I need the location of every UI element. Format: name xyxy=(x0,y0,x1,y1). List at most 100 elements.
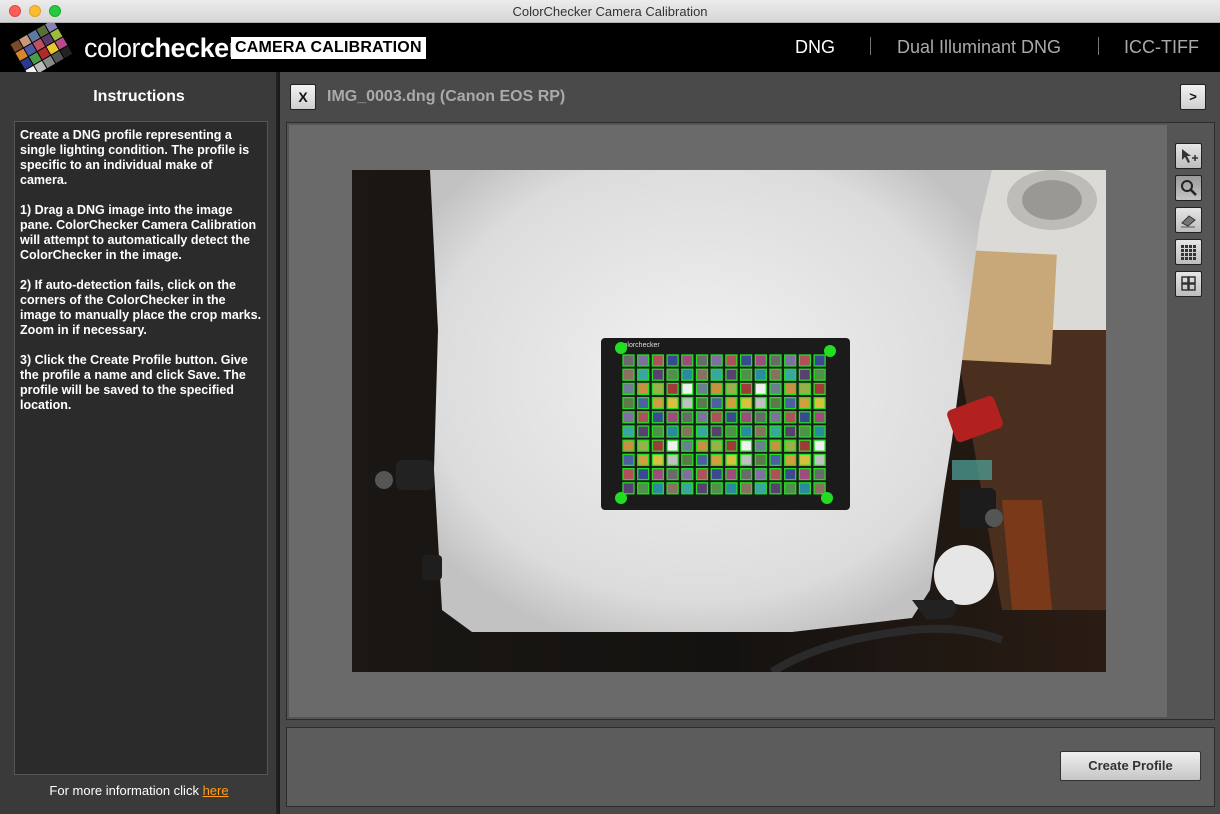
color-patch xyxy=(681,382,694,396)
color-patch xyxy=(651,425,665,438)
color-patch xyxy=(710,411,723,424)
color-patch xyxy=(739,482,753,495)
color-patch xyxy=(666,453,679,467)
color-patch xyxy=(754,453,767,467)
instruction-step-1: 1) Drag a DNG image into the image pane.… xyxy=(20,203,257,262)
next-image-button[interactable]: > xyxy=(1180,84,1206,110)
close-window-button[interactable] xyxy=(9,5,21,17)
color-patch xyxy=(769,439,782,452)
color-patch xyxy=(754,368,767,381)
color-patch xyxy=(725,368,738,381)
color-patch xyxy=(798,382,812,396)
logo-word-light: color xyxy=(84,33,141,63)
colorchecker-logo-icon xyxy=(10,23,72,72)
color-patch xyxy=(798,439,812,452)
color-patch xyxy=(666,425,679,438)
pointer-plus-icon[interactable] xyxy=(1175,143,1202,169)
color-patch xyxy=(784,368,797,381)
color-patch xyxy=(754,382,767,396)
color-patch xyxy=(637,382,650,396)
color-patch xyxy=(695,425,709,438)
color-patch xyxy=(813,396,826,410)
color-patch xyxy=(622,354,635,367)
color-patch xyxy=(651,396,665,410)
color-patch xyxy=(798,467,812,481)
color-patch xyxy=(695,354,709,367)
more-info-link[interactable]: here xyxy=(203,783,229,798)
window-title: ColorChecker Camera Calibration xyxy=(512,4,708,19)
color-patch xyxy=(637,453,650,467)
create-profile-button[interactable]: Create Profile xyxy=(1060,751,1201,781)
color-patch xyxy=(769,453,782,467)
tab-dng[interactable]: DNG xyxy=(795,36,835,58)
color-patch xyxy=(769,396,782,410)
color-patch xyxy=(637,439,650,452)
image-viewer: colorchecker xyxy=(286,122,1215,720)
color-patch xyxy=(754,396,767,410)
tab-icc-tiff[interactable]: ICC-TIFF xyxy=(1124,36,1199,58)
color-patch xyxy=(637,467,650,481)
close-image-button[interactable]: X xyxy=(290,84,316,110)
color-patch xyxy=(739,425,753,438)
color-patch xyxy=(622,439,635,452)
color-patch xyxy=(769,382,782,396)
color-patch xyxy=(666,396,679,410)
file-bar: X IMG_0003.dng (Canon EOS RP) > xyxy=(280,72,1220,122)
color-patch xyxy=(725,411,738,424)
color-patch xyxy=(725,425,738,438)
magnifier-icon[interactable] xyxy=(1175,175,1202,201)
eraser-icon[interactable] xyxy=(1175,207,1202,233)
color-patch xyxy=(813,453,826,467)
color-patch xyxy=(769,425,782,438)
color-patch xyxy=(813,354,826,367)
color-patch xyxy=(695,368,709,381)
color-patch xyxy=(681,354,694,367)
color-patch xyxy=(725,396,738,410)
color-patch xyxy=(784,396,797,410)
color-patch xyxy=(637,482,650,495)
window-titlebar: ColorChecker Camera Calibration xyxy=(0,0,1220,23)
color-patch xyxy=(681,396,694,410)
crop-marker-top-right[interactable] xyxy=(824,345,836,357)
instructions-title: Instructions xyxy=(93,88,185,105)
color-patch xyxy=(798,425,812,438)
color-patch xyxy=(666,382,679,396)
color-patch xyxy=(622,467,635,481)
crop-marker-bottom-left[interactable] xyxy=(615,492,627,504)
color-patch xyxy=(754,411,767,424)
instruction-step-3: 3) Click the Create Profile button. Give… xyxy=(20,353,248,412)
color-patch xyxy=(695,396,709,410)
color-patch xyxy=(710,482,723,495)
zoom-window-button[interactable] xyxy=(49,5,61,17)
instructions-sidebar: Instructions Create a DNG profile repres… xyxy=(0,72,278,814)
color-patch xyxy=(710,453,723,467)
image-drop-pane[interactable]: colorchecker xyxy=(289,125,1167,717)
color-patch xyxy=(622,411,635,424)
color-patch xyxy=(681,482,694,495)
color-patch xyxy=(681,368,694,381)
color-patch xyxy=(681,453,694,467)
color-patch xyxy=(695,439,709,452)
tab-dual-illuminant-dng[interactable]: Dual Illuminant DNG xyxy=(897,36,1061,58)
color-patch xyxy=(666,482,679,495)
color-patch xyxy=(784,467,797,481)
color-patch xyxy=(651,354,665,367)
minimize-window-button[interactable] xyxy=(29,5,41,17)
color-patch xyxy=(651,382,665,396)
color-patch xyxy=(784,425,797,438)
color-patch xyxy=(681,467,694,481)
color-patch xyxy=(622,425,635,438)
crop-marker-bottom-right[interactable] xyxy=(821,492,833,504)
grid-coarse-icon[interactable] xyxy=(1175,271,1202,297)
color-patch xyxy=(725,482,738,495)
color-patch xyxy=(813,439,826,452)
color-patch xyxy=(784,482,797,495)
color-patch xyxy=(666,467,679,481)
grid-fine-icon[interactable] xyxy=(1175,239,1202,265)
color-patch xyxy=(666,439,679,452)
color-patch xyxy=(739,411,753,424)
color-patch xyxy=(725,467,738,481)
crop-marker-top-left[interactable] xyxy=(615,342,627,354)
calibration-photo: colorchecker xyxy=(352,170,1106,672)
more-info-footer: For more information click here xyxy=(0,783,278,798)
